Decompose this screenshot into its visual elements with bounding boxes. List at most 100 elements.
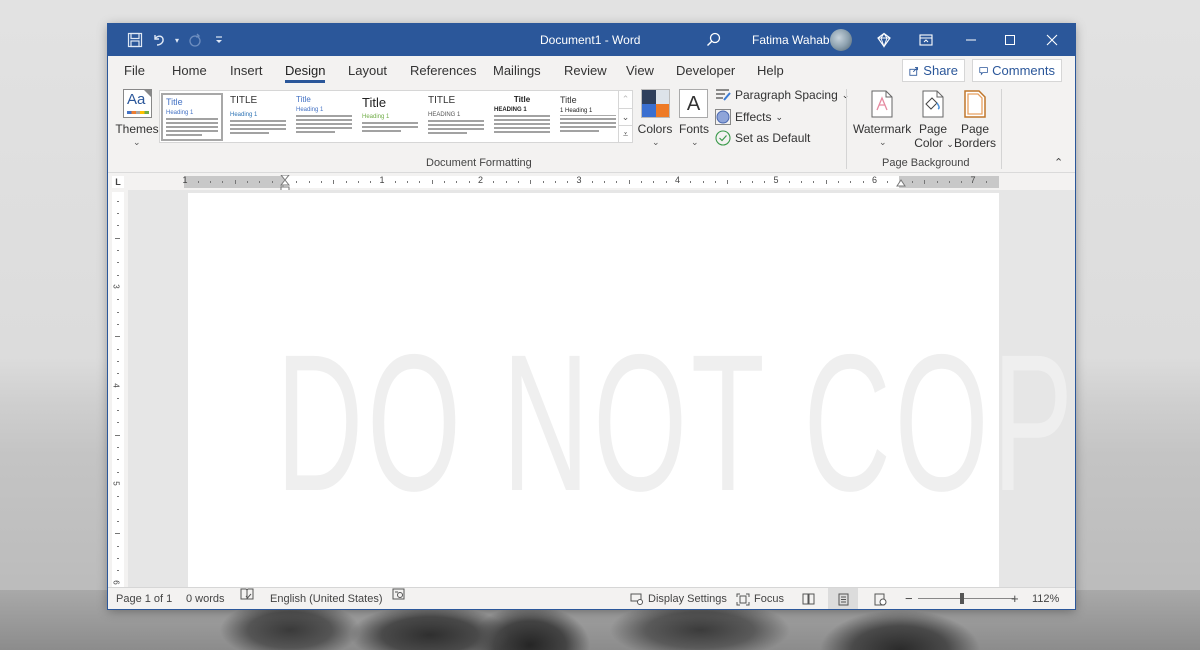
ruler-tick xyxy=(345,181,347,183)
style-set-item[interactable]: Title Heading 1 xyxy=(161,93,223,141)
undo-icon[interactable] xyxy=(148,29,170,51)
print-layout-button[interactable] xyxy=(828,588,858,609)
user-name[interactable]: Fatima Wahab xyxy=(752,24,830,56)
close-button[interactable] xyxy=(1036,24,1068,56)
language-indicator[interactable]: English (United States) xyxy=(270,588,383,609)
ruler-tick xyxy=(259,181,261,183)
ribbon-display-icon[interactable] xyxy=(910,24,942,56)
style-set-item[interactable]: Title Heading 1 xyxy=(359,93,421,141)
undo-dropdown-icon[interactable]: ▾ xyxy=(172,36,182,45)
right-indent-marker[interactable] xyxy=(896,178,906,187)
horizontal-ruler[interactable]: 1 1 2 3 4 5 6 7 xyxy=(183,175,999,188)
ruler-number: 4 xyxy=(111,382,121,388)
proofing-icon[interactable] xyxy=(240,588,254,600)
watermark-icon xyxy=(871,90,893,118)
page-borders-button[interactable]: Page Borders xyxy=(953,88,997,150)
ruler-tick xyxy=(948,181,950,183)
tab-view[interactable]: View xyxy=(626,63,654,78)
colors-label: Colors xyxy=(637,122,673,136)
tab-review[interactable]: Review xyxy=(564,63,607,78)
tab-help[interactable]: Help xyxy=(757,63,784,78)
word-count[interactable]: 0 words xyxy=(186,588,225,609)
watermark-text: DO NOT COPY xyxy=(276,314,1075,532)
themes-button[interactable]: Aa Themes ⌄ xyxy=(114,88,160,148)
zoom-slider-thumb[interactable] xyxy=(960,593,964,604)
tab-home[interactable]: Home xyxy=(172,63,207,78)
ribbon-design: Aa Themes ⌄ Title Heading 1 TITLE Headin… xyxy=(108,86,1075,173)
ruler-number: 6 xyxy=(872,175,878,185)
ruler-tick xyxy=(456,181,458,183)
vertical-ruler[interactable]: 3 4 5 6 xyxy=(112,192,124,587)
web-layout-button[interactable] xyxy=(865,588,895,609)
ruler-tick xyxy=(961,181,963,183)
document-page[interactable]: DO NOT COPY xyxy=(188,193,1075,587)
ruler-tick xyxy=(117,422,119,424)
gallery-scroll-up-icon[interactable]: ⌃ xyxy=(618,91,632,108)
zoom-slider[interactable] xyxy=(918,598,1014,599)
style-set-item[interactable]: TITLE HEADING 1 xyxy=(425,93,487,141)
ruler-number: 7 xyxy=(970,175,976,185)
page-color-button[interactable]: Page Color ⌄ xyxy=(911,88,955,150)
save-icon[interactable] xyxy=(124,29,146,51)
search-icon[interactable] xyxy=(705,31,723,49)
set-as-default-button[interactable]: Set as Default xyxy=(715,130,810,146)
style-set-item[interactable]: Title Heading 1 xyxy=(293,93,355,141)
ruler-tick xyxy=(370,181,372,183)
effects-button[interactable]: Effects ⌄ xyxy=(715,109,783,125)
maximize-button[interactable] xyxy=(994,24,1026,56)
ruler-tick xyxy=(887,181,889,183)
ruler-number: 5 xyxy=(111,481,121,486)
share-button[interactable]: Share xyxy=(902,59,965,82)
title-bar: ▾ Document1 - Word Fatima Wahab xyxy=(108,24,1075,56)
zoom-out-button[interactable]: − xyxy=(905,588,913,609)
zoom-in-button[interactable]: + xyxy=(1011,588,1019,609)
read-mode-button[interactable] xyxy=(793,588,823,609)
page-borders-label: Page xyxy=(960,122,990,136)
ruler-tick xyxy=(850,181,852,183)
page-count[interactable]: Page 1 of 1 xyxy=(116,588,172,609)
watermark-button[interactable]: Watermark ⌄ xyxy=(853,88,911,150)
ruler-tick xyxy=(591,181,593,183)
gallery-more-icon[interactable]: ⩡ xyxy=(618,125,632,142)
focus-button[interactable]: Focus xyxy=(736,588,784,609)
fonts-button[interactable]: A Fonts ⌄ xyxy=(677,88,711,148)
read-mode-icon xyxy=(802,593,814,605)
paragraph-spacing-button[interactable]: Paragraph Spacing ⌄ xyxy=(715,88,849,102)
comments-label: Comments xyxy=(992,63,1055,78)
customize-qat-icon[interactable] xyxy=(208,29,230,51)
tab-design[interactable]: Design xyxy=(285,63,326,83)
ruler-tick xyxy=(333,180,335,184)
display-settings-button[interactable]: Display Settings xyxy=(630,588,727,609)
ruler-tick xyxy=(739,181,741,183)
colors-button[interactable]: Colors ⌄ xyxy=(638,88,672,148)
ruler-tick xyxy=(554,181,556,183)
comments-button[interactable]: Comments xyxy=(972,59,1062,82)
ruler-tick xyxy=(115,237,120,239)
tab-references[interactable]: References xyxy=(410,63,476,78)
tab-developer[interactable]: Developer xyxy=(676,63,735,78)
horizontal-ruler-row: 1 1 2 3 4 5 6 7 xyxy=(108,174,1075,193)
tab-layout[interactable]: Layout xyxy=(348,63,387,78)
ruler-tick xyxy=(604,181,606,183)
accessibility-icon[interactable] xyxy=(392,588,405,600)
minimize-button[interactable] xyxy=(955,24,987,56)
paragraph-spacing-icon xyxy=(716,89,731,101)
style-set-item[interactable]: TITLE Heading 1 xyxy=(227,93,289,141)
ruler-number: 1 xyxy=(379,175,385,185)
avatar[interactable] xyxy=(830,29,852,51)
diamond-icon[interactable] xyxy=(868,24,900,56)
tab-mailings[interactable]: Mailings xyxy=(493,63,541,78)
style-set-item[interactable]: Title 1 Heading 1 xyxy=(557,93,619,141)
chevron-down-icon: ⌄ xyxy=(775,111,784,122)
collapse-ribbon-icon[interactable]: ⌃ xyxy=(1054,156,1063,169)
tab-insert[interactable]: Insert xyxy=(230,63,263,78)
tab-file[interactable]: File xyxy=(124,63,145,78)
gallery-scroll-down-icon[interactable]: ⌄ xyxy=(618,108,632,125)
ruler-tick xyxy=(271,181,273,183)
style-set-item[interactable]: Title HEADING 1 xyxy=(491,93,553,141)
redo-icon[interactable] xyxy=(184,29,206,51)
zoom-level[interactable]: 112% xyxy=(1032,588,1059,609)
ruler-tick xyxy=(210,181,212,183)
ruler-tick xyxy=(665,181,667,183)
ruler-tick xyxy=(419,181,421,183)
